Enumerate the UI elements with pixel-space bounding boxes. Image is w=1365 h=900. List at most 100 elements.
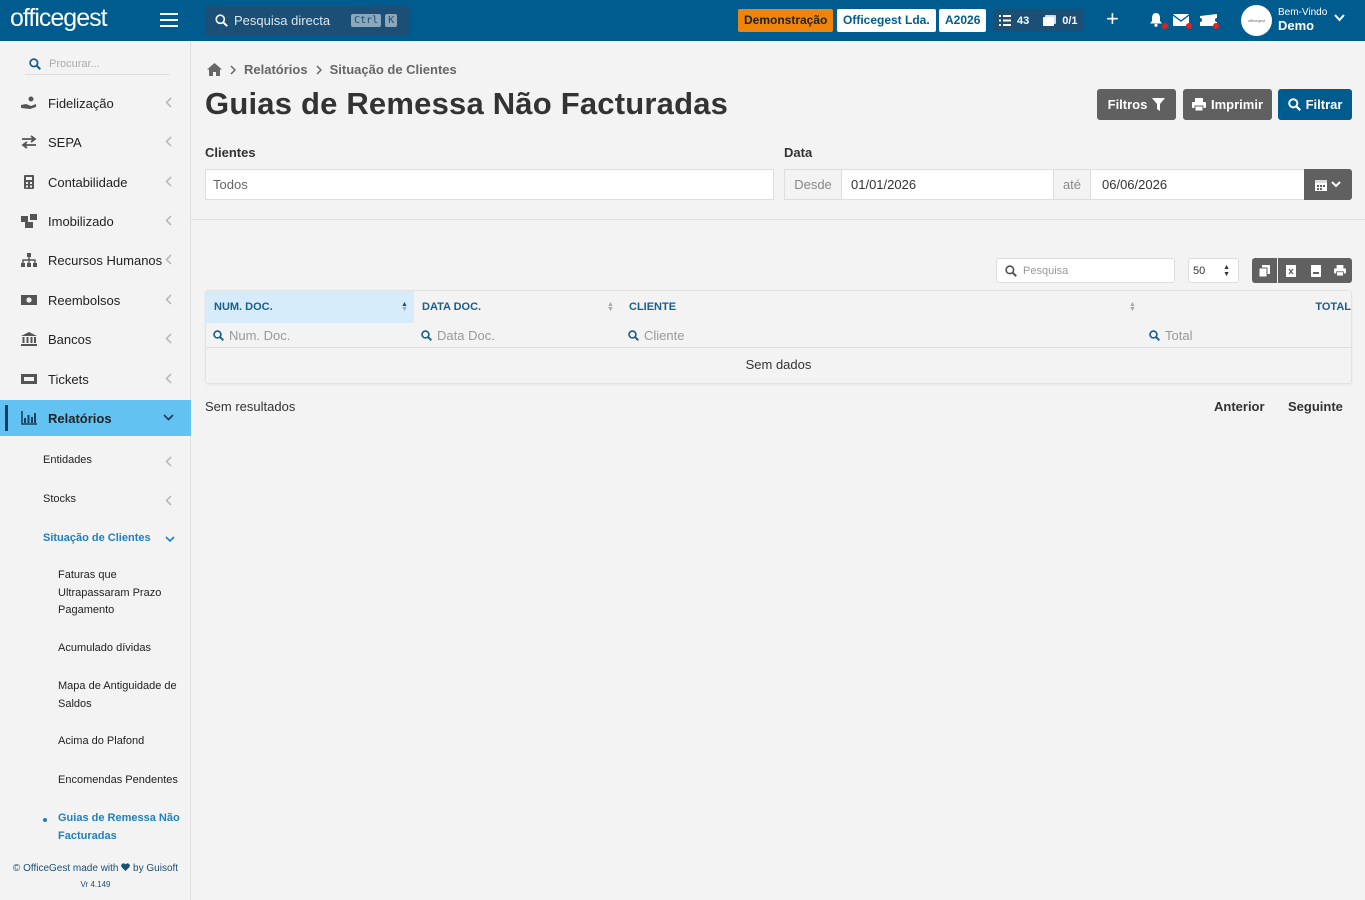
documents-icon bbox=[1043, 15, 1057, 26]
ate-date-input[interactable]: 06/06/2026 bbox=[1090, 169, 1305, 200]
results-info: Sem resultados bbox=[205, 399, 296, 414]
tasks-count: 43 bbox=[1017, 14, 1030, 27]
column-header-cliente[interactable]: CLIENTE ▲ ▼ bbox=[621, 291, 1141, 323]
sidebar-item-tickets[interactable]: Tickets bbox=[0, 361, 191, 397]
calculator-icon bbox=[24, 175, 34, 189]
sidebar-sub2-acima-plafond[interactable]: Acima do Plafond bbox=[58, 733, 191, 751]
year-selector[interactable]: A2026 bbox=[939, 9, 987, 32]
user-name: Demo bbox=[1278, 18, 1315, 33]
filters-button[interactable]: Filtros bbox=[1097, 89, 1176, 120]
sidebar-search-input[interactable]: Procurar... bbox=[25, 53, 170, 75]
file-icon bbox=[1310, 264, 1321, 277]
pagination-next[interactable]: Seguinte bbox=[1288, 399, 1343, 414]
sidebar-item-contabilidade[interactable]: Contabilidade bbox=[0, 164, 191, 200]
table-search-input[interactable]: Pesquisa bbox=[996, 258, 1175, 283]
hand-coin-icon bbox=[21, 96, 36, 109]
version-label: Vr 4.149 bbox=[80, 880, 111, 889]
hamburger-menu-icon[interactable] bbox=[160, 13, 178, 27]
desde-addon: Desde bbox=[784, 169, 842, 200]
sort-asc-icon: ▲ ▼ bbox=[401, 301, 408, 313]
desde-date-input[interactable]: 01/01/2026 bbox=[841, 169, 1054, 200]
calendar-icon bbox=[1315, 179, 1327, 191]
chevron-left-icon bbox=[165, 97, 172, 108]
copy-icon bbox=[1259, 264, 1270, 277]
notifications-bell-icon[interactable] bbox=[1149, 12, 1168, 29]
empty-table-message: Sem dados bbox=[745, 357, 812, 372]
chevron-left-icon bbox=[165, 456, 172, 467]
search-icon bbox=[421, 330, 432, 341]
money-bill-icon bbox=[21, 295, 37, 305]
task-list-icon bbox=[999, 15, 1011, 26]
column-header-data-doc[interactable]: DATA DOC. ▲ ▼ bbox=[414, 291, 621, 323]
sidebar-item-reembolsos[interactable]: Reembolsos bbox=[0, 282, 191, 318]
filter-data-doc-input[interactable]: Data Doc. bbox=[421, 323, 621, 348]
top-bar: officegest Pesquisa directa Ctrl K Demon… bbox=[0, 0, 1365, 41]
demo-badge[interactable]: Demonstração bbox=[738, 9, 834, 32]
global-search-input[interactable]: Pesquisa directa Ctrl K bbox=[205, 6, 410, 35]
search-icon bbox=[1149, 330, 1160, 341]
printer-icon bbox=[1191, 98, 1206, 111]
sort-icon: ▲ ▼ bbox=[607, 301, 614, 313]
chevron-left-icon bbox=[165, 373, 172, 384]
sidebar-sub2-acumulado-dividas[interactable]: Acumulado dívidas bbox=[58, 640, 191, 658]
clientes-select[interactable]: Todos bbox=[205, 169, 774, 200]
officegest-logo[interactable]: officegest bbox=[10, 4, 108, 33]
sidebar-sub2-encomendas-pendentes[interactable]: Encomendas Pendentes bbox=[58, 772, 191, 790]
heart-icon bbox=[121, 863, 131, 871]
sidebar-sub2-guias-remessa[interactable]: Guias de Remessa Não Facturadas bbox=[43, 810, 191, 845]
sidebar-item-relatorios[interactable]: Relatórios bbox=[0, 400, 191, 436]
ticket-icon bbox=[21, 374, 37, 384]
messages-envelope-icon[interactable] bbox=[1172, 12, 1192, 29]
breadcrumb: Relatórios Situação de Clientes bbox=[207, 62, 457, 77]
column-header-total[interactable]: TOTAL bbox=[1141, 291, 1351, 323]
chevron-left-icon bbox=[165, 254, 172, 265]
chevron-left-icon bbox=[165, 333, 172, 344]
apply-filter-button[interactable]: Filtrar bbox=[1278, 89, 1352, 120]
sidebar-item-bancos[interactable]: Bancos bbox=[0, 321, 191, 357]
column-header-num-doc[interactable]: NUM. DOC. ▲ ▼ bbox=[206, 291, 414, 323]
home-icon[interactable] bbox=[207, 63, 222, 76]
filter-cliente-input[interactable]: Cliente bbox=[628, 323, 1128, 348]
breadcrumb-relatorios[interactable]: Relatórios bbox=[244, 62, 308, 77]
user-welcome[interactable]: Bem-Vindo Demo bbox=[1278, 7, 1327, 33]
page-size-select[interactable]: 50 ▲ ▼ bbox=[1188, 258, 1239, 283]
chevron-left-icon bbox=[165, 176, 172, 187]
sidebar-sub2-mapa-antiguidade[interactable]: Mapa de Antiguidade de Saldos bbox=[58, 678, 191, 713]
sidebar: Procurar... Fidelização SEPA Contabilida… bbox=[0, 41, 191, 900]
counters-group[interactable]: 43 0/1 bbox=[993, 9, 1084, 32]
filter-total-input[interactable]: Total bbox=[1149, 323, 1349, 348]
data-label: Data bbox=[784, 145, 813, 160]
print-table-button[interactable] bbox=[1327, 258, 1352, 283]
funnel-icon bbox=[1152, 98, 1166, 111]
company-selector[interactable]: Officegest Lda. bbox=[837, 9, 936, 32]
chevron-down-icon bbox=[165, 536, 175, 542]
chevron-left-icon bbox=[165, 294, 172, 305]
chevron-left-icon bbox=[165, 495, 172, 506]
search-icon bbox=[215, 14, 228, 27]
sort-icon: ▲ ▼ bbox=[1129, 301, 1136, 313]
sidebar-item-fidelizacao[interactable]: Fidelização bbox=[0, 85, 191, 121]
tickets-icon[interactable] bbox=[1200, 12, 1219, 29]
date-range-picker-button[interactable] bbox=[1304, 169, 1352, 200]
filter-num-doc-input[interactable]: Num. Doc. bbox=[213, 323, 413, 348]
chevron-down-icon[interactable] bbox=[1334, 14, 1345, 22]
sidebar-item-sepa[interactable]: SEPA bbox=[0, 124, 191, 160]
breadcrumb-situacao-clientes[interactable]: Situação de Clientes bbox=[330, 62, 457, 77]
sidebar-item-imobilizado[interactable]: Imobilizado bbox=[0, 203, 191, 239]
user-avatar[interactable]: officegest bbox=[1241, 5, 1272, 36]
pagination-previous[interactable]: Anterior bbox=[1214, 399, 1265, 414]
copy-button[interactable] bbox=[1252, 258, 1277, 283]
sidebar-item-recursos-humanos[interactable]: Recursos Humanos bbox=[0, 242, 191, 278]
export-pdf-button[interactable] bbox=[1303, 258, 1328, 283]
row-separator bbox=[206, 347, 1351, 348]
org-chart-icon bbox=[21, 253, 37, 267]
print-button[interactable]: Imprimir bbox=[1183, 89, 1272, 120]
add-new-icon[interactable]: + bbox=[1106, 8, 1119, 30]
clientes-label: Clientes bbox=[205, 145, 256, 160]
sidebar-footer: © OfficeGest made with by Guisoft Vr 4.1… bbox=[0, 863, 191, 889]
search-icon bbox=[213, 330, 224, 341]
bank-icon bbox=[21, 332, 37, 346]
export-excel-button[interactable] bbox=[1278, 258, 1303, 283]
search-icon bbox=[29, 57, 41, 70]
sidebar-sub2-faturas-prazo[interactable]: Faturas que Ultrapassaram Prazo Pagament… bbox=[58, 567, 191, 620]
